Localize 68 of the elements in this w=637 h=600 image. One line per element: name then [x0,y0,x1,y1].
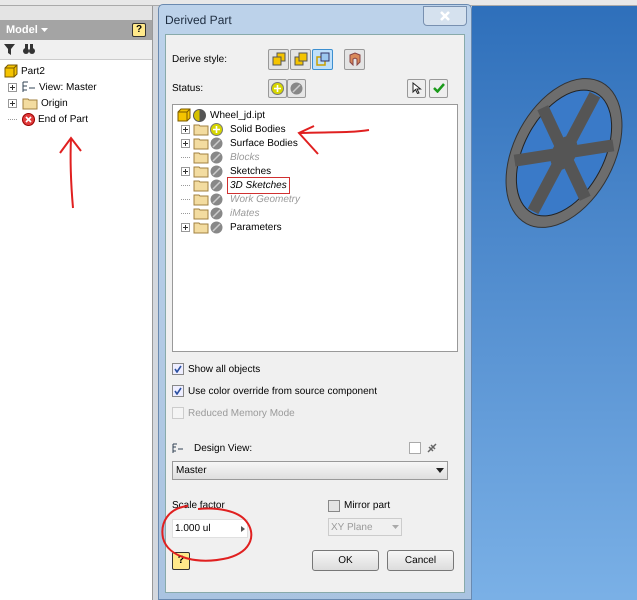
bodies-icon [348,52,362,66]
dropdown-arrow-icon [392,525,399,529]
tree-item[interactable]: Origin [41,96,68,110]
folder-icon [193,178,209,192]
dialog-button[interactable]: Cancel [387,550,454,571]
tree-item[interactable]: Surface Bodies [227,134,301,152]
close-icon [440,10,450,20]
folder-icon [193,206,209,220]
checkbox[interactable] [172,363,184,375]
help-button[interactable]: ? [132,23,146,37]
expand-icon[interactable] [181,124,190,134]
mirror-part-checkbox[interactable] [328,500,340,512]
checkbox-label: Show all objects [188,362,260,376]
expand-icon[interactable] [8,98,17,108]
bodies-icon [316,52,330,66]
filter-icon[interactable] [4,44,15,55]
plus-circle-icon [271,82,284,94]
derive-style-label: Derive style: [172,52,228,66]
folder-icon [193,122,209,136]
mirror-part-label: Mirror part [344,499,390,513]
arrow-right-icon [241,526,245,532]
expand-icon[interactable] [8,82,17,92]
dropdown-arrow-icon [436,468,444,473]
slashed-circle-icon [290,82,303,94]
tree-item[interactable]: View: Master [39,80,97,94]
tree-item[interactable]: Solid Bodies [227,120,289,138]
derive-style-button[interactable] [312,48,333,70]
status-label: Status: [172,82,204,96]
binoculars-icon[interactable] [23,44,35,55]
pointer-icon [412,82,422,94]
checkmark-icon [432,83,444,93]
tree-item[interactable]: 3D Sketches [227,176,290,194]
folder-icon [193,136,209,150]
expand-icon[interactable] [181,166,190,176]
design-view-dropdown[interactable]: Master [172,461,448,480]
bodies-icon [294,52,308,66]
folder-icon [193,192,209,206]
dialog-button[interactable]: OK [312,550,379,571]
exclude-status-button[interactable] [287,78,306,98]
bodies-icon [272,52,286,66]
derive-style-button[interactable] [268,48,289,70]
caret-icon [40,28,48,32]
tree-item[interactable]: Part2 [21,64,45,78]
tree-item[interactable]: Sketches [227,162,274,180]
folder-icon [193,150,209,164]
expand-icon[interactable] [181,138,190,148]
select-button[interactable] [407,78,426,98]
half-circle-icon [193,108,206,122]
design-view-icon [172,442,184,454]
tree-item[interactable]: Wheel_jd.ipt [210,108,266,122]
checkbox[interactable] [172,385,184,397]
part-icon [177,108,191,122]
tree-item[interactable]: End of Part [38,112,88,126]
checkbox-label: Use color override from source component [188,384,377,398]
design-view-label: Design View: [194,442,252,456]
close-button[interactable] [423,6,467,26]
associative-checkbox[interactable] [409,442,421,454]
checkbox-label: Reduced Memory Mode [188,406,295,420]
derive-style-button[interactable] [344,48,365,70]
scale-factor-field[interactable]: 1.000 ul [172,519,248,538]
tree-item[interactable]: Parameters [227,218,285,236]
derive-style-button[interactable] [290,48,311,70]
folder-icon [193,164,209,178]
include-status-button[interactable] [268,78,287,98]
dialog-title: Derived Part [165,12,232,28]
link-icon [426,442,438,454]
folder-icon [193,220,209,234]
expand-icon[interactable] [181,222,190,232]
